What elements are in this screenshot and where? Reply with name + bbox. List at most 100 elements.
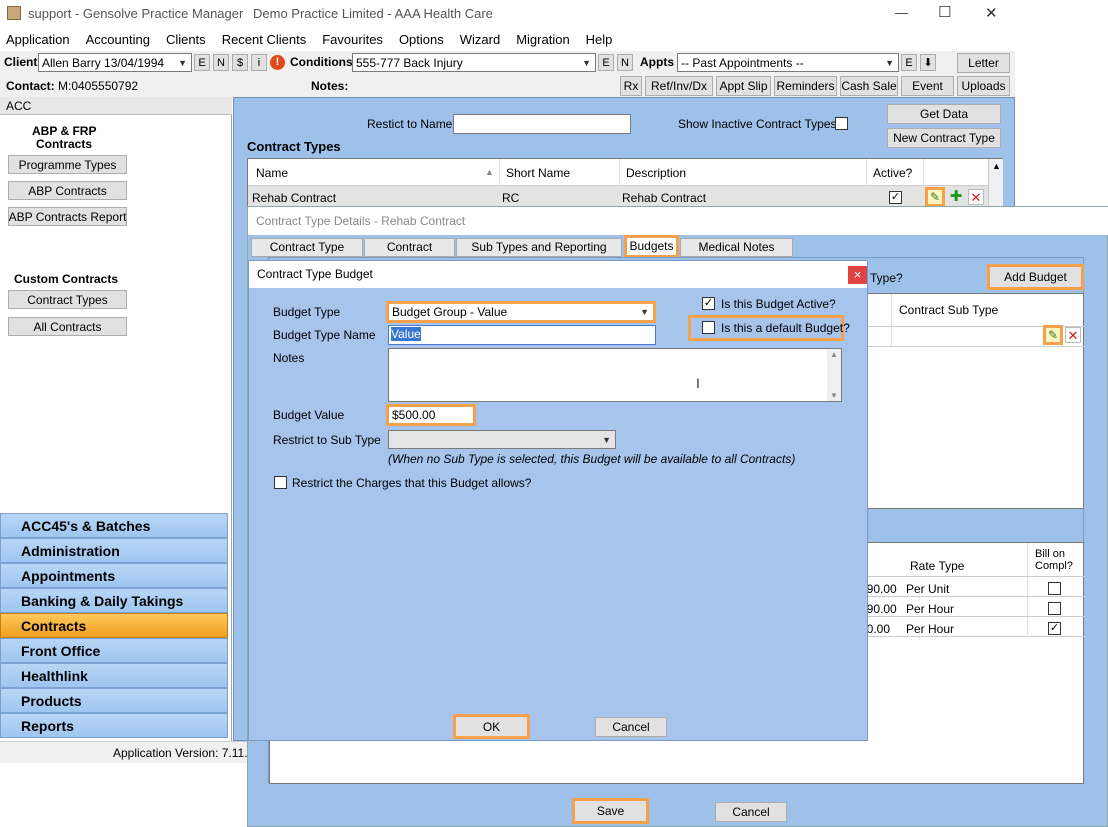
event-button[interactable]: Event [901, 76, 954, 96]
programme-types-button[interactable]: Programme Types [8, 155, 127, 174]
col-description[interactable]: Description [626, 166, 686, 180]
delete-icon[interactable]: ✕ [968, 189, 984, 205]
text-cursor-icon: I [696, 375, 700, 391]
menu-wizard[interactable]: Wizard [460, 32, 500, 47]
nav-appointments[interactable]: Appointments [0, 563, 228, 588]
client-account-button[interactable]: $ [232, 54, 248, 71]
restrict-sub-type-select[interactable]: ▼ [388, 430, 616, 449]
notes-scrollbar[interactable]: ▲ ▼ [827, 349, 841, 401]
tab-budgets[interactable]: Budgets [624, 235, 679, 258]
budget-delete-icon[interactable]: ✕ [1065, 327, 1081, 343]
default-budget-checkbox[interactable] [702, 321, 715, 334]
notes-textarea[interactable]: ▲ ▼ I [388, 348, 842, 402]
menu-accounting[interactable]: Accounting [86, 32, 150, 47]
menu-application[interactable]: Application [6, 32, 70, 47]
scroll-down-icon[interactable]: ▼ [830, 391, 838, 400]
col-contract-sub-type[interactable]: Contract Sub Type [899, 303, 998, 317]
menu-options[interactable]: Options [399, 32, 444, 47]
default-budget-label: Is this a default Budget? [721, 321, 850, 335]
tab-contract-type-details[interactable]: Contract Type Details [251, 238, 363, 271]
chevron-down-icon: ▼ [178, 57, 187, 68]
show-inactive-checkbox[interactable] [835, 117, 848, 130]
window-title: support - Gensolve Practice Manager [28, 6, 244, 21]
notes-label: Notes: [311, 79, 349, 93]
ref-inv-dx-button[interactable]: Ref/Inv/Dx [645, 76, 713, 96]
nav-products[interactable]: Products [0, 688, 228, 713]
appt-slip-button[interactable]: Appt Slip [716, 76, 771, 96]
close-icon[interactable]: ✕ [985, 4, 998, 22]
menu-migration[interactable]: Migration [516, 32, 569, 47]
budget-value-input[interactable]: $500.00 [386, 404, 476, 426]
notes-label: Notes [273, 351, 305, 365]
minimize-icon[interactable]: — [895, 5, 908, 20]
conditions-select[interactable]: 555-777 Back Injury ▼ [352, 53, 596, 72]
warning-icon[interactable]: ! [270, 55, 285, 70]
col-rate-type[interactable]: Rate Type [910, 559, 964, 573]
rx-button[interactable]: Rx [620, 76, 642, 96]
appt-edit-button[interactable]: E [901, 54, 917, 71]
new-contract-type-button[interactable]: New Contract Type [887, 128, 1001, 148]
tab-medical-notes-settings[interactable]: Medical Notes Settings [680, 238, 793, 271]
nav-contracts[interactable]: Contracts [0, 613, 228, 638]
restrict-name-input[interactable] [453, 114, 631, 134]
tab-sub-types[interactable]: Sub Types and Reporting Values [456, 238, 622, 271]
bill-on-compl-checkbox[interactable] [1048, 602, 1061, 615]
abp-contracts-report-button[interactable]: ABP Contracts Report [8, 207, 127, 226]
restrict-sub-type-label: Restrict to Sub Type [273, 433, 381, 447]
ok-button[interactable]: OK [453, 714, 530, 739]
close-icon[interactable]: × [848, 266, 867, 284]
col-bill-on-compl-1: Bill on [1035, 548, 1065, 560]
get-data-button[interactable]: Get Data [887, 104, 1001, 124]
all-contracts-button[interactable]: All Contracts [8, 317, 127, 336]
nav-acc45-batches[interactable]: ACC45's & Batches [0, 513, 228, 538]
col-short-name[interactable]: Short Name [506, 166, 570, 180]
details-cancel-button[interactable]: Cancel [715, 802, 787, 822]
nav-banking-daily-takings[interactable]: Banking & Daily Takings [0, 588, 228, 613]
scroll-up-icon[interactable]: ▲ [830, 350, 838, 359]
nav-reports[interactable]: Reports [0, 713, 228, 738]
edit-pencil-icon[interactable]: ✎ [925, 187, 945, 207]
save-button[interactable]: Save [572, 798, 649, 824]
client-info-button[interactable]: i [251, 54, 267, 71]
maximize-icon[interactable]: ☐ [938, 3, 951, 21]
client-notes-button[interactable]: N [213, 54, 229, 71]
restrict-charges-checkbox[interactable] [274, 476, 287, 489]
row-active-checkbox[interactable]: ✓ [889, 191, 902, 204]
menu-clients[interactable]: Clients [166, 32, 206, 47]
menu-favourites[interactable]: Favourites [322, 32, 383, 47]
client-select[interactable]: Allen Barry 13/04/1994 ▼ [38, 53, 192, 72]
bill-on-compl-checkbox[interactable] [1048, 582, 1061, 595]
menu-recent-clients[interactable]: Recent Clients [222, 32, 307, 47]
budget-type-name-input[interactable]: Value [388, 325, 656, 345]
budget-type-select[interactable]: Budget Group - Value ▼ [386, 301, 656, 323]
condition-edit-button[interactable]: E [598, 54, 614, 71]
budget-active-checkbox[interactable]: ✓ [702, 297, 715, 310]
budget-edit-pencil-icon[interactable]: ✎ [1043, 325, 1063, 345]
letter-button[interactable]: Letter [957, 53, 1010, 73]
contract-types-title: Contract Types [247, 139, 341, 154]
nav-healthlink[interactable]: Healthlink [0, 663, 228, 688]
appts-select[interactable]: -- Past Appointments -- ▼ [677, 53, 899, 72]
nav-front-office[interactable]: Front Office [0, 638, 228, 663]
condition-new-button[interactable]: N [617, 54, 633, 71]
scroll-up-icon[interactable]: ▲ [992, 161, 1001, 171]
contract-types-button[interactable]: Contract Types [8, 290, 127, 309]
uploads-button[interactable]: Uploads [957, 76, 1010, 96]
grid-scrollbar[interactable]: ▲ [988, 159, 1003, 209]
rate-type: Per Unit [906, 582, 950, 596]
nav-administration[interactable]: Administration [0, 538, 228, 563]
dialog-cancel-button[interactable]: Cancel [595, 717, 667, 737]
cash-sale-button[interactable]: Cash Sale [840, 76, 898, 96]
bill-on-compl-checkbox[interactable]: ✓ [1048, 622, 1061, 635]
reminders-button[interactable]: Reminders [774, 76, 837, 96]
abp-contracts-button[interactable]: ABP Contracts [8, 181, 127, 200]
tab-contract-charges[interactable]: Contract Charges [364, 238, 455, 271]
add-icon[interactable]: ✚ [948, 189, 964, 205]
col-active[interactable]: Active? [873, 166, 912, 180]
add-budget-button[interactable]: Add Budget [987, 264, 1084, 290]
menu-help[interactable]: Help [586, 32, 613, 47]
client-edit-button[interactable]: E [194, 54, 210, 71]
client-label: Client [4, 55, 38, 69]
col-name[interactable]: Name [256, 166, 288, 180]
download-icon[interactable]: ⬇ [920, 54, 936, 71]
